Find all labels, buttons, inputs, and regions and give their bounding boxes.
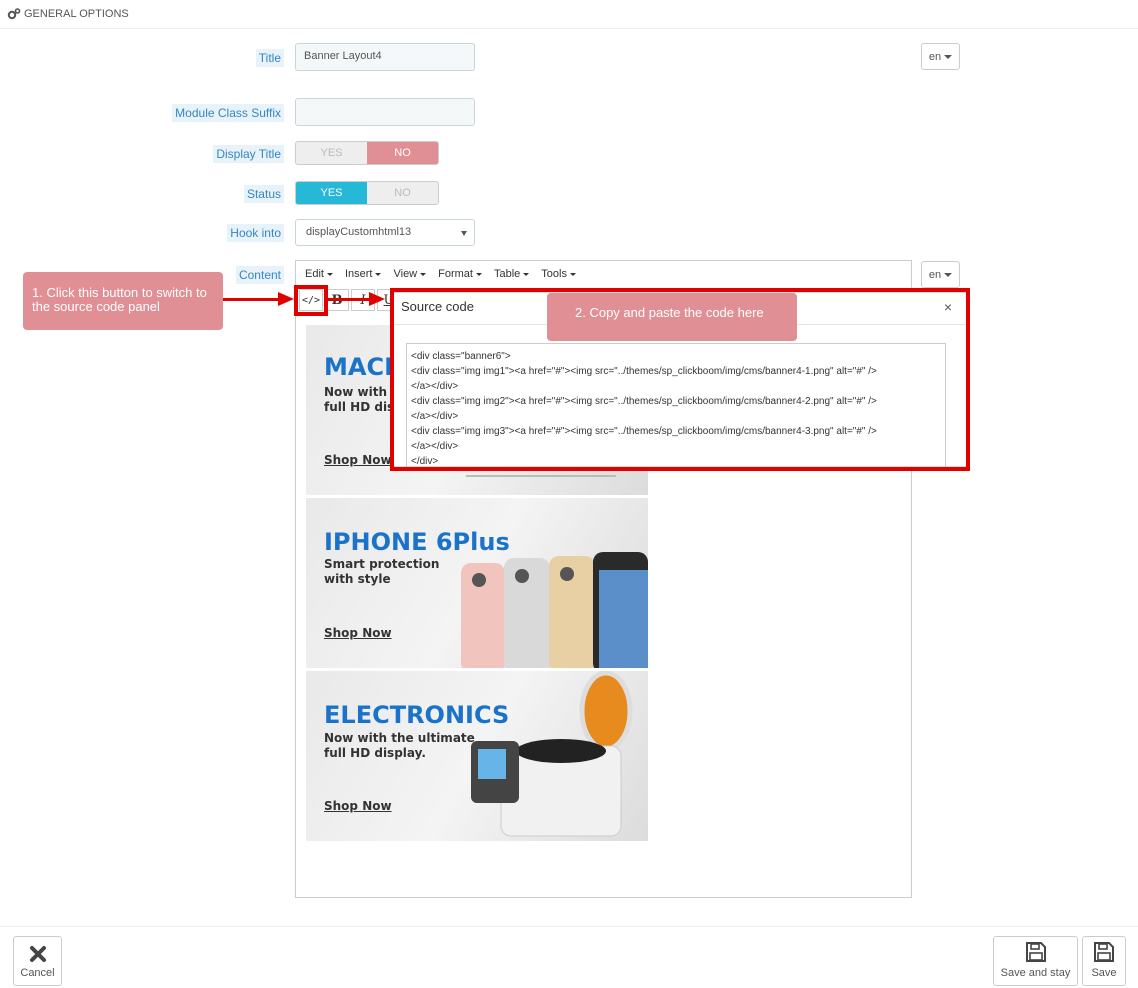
banner-shop-link[interactable]: Shop Now bbox=[324, 626, 392, 640]
caret-down-icon bbox=[944, 54, 953, 59]
title-input[interactable]: Banner Layout4 bbox=[295, 43, 475, 71]
title-lang-label: en bbox=[928, 50, 942, 63]
banner-subtitle: full HD display. bbox=[324, 746, 426, 760]
banner-iphone: IPHONE 6Plus Smart protection with style… bbox=[306, 498, 648, 668]
display-title-no[interactable]: NO bbox=[367, 142, 438, 164]
annotation-step1: 1. Click this button to switch to the so… bbox=[23, 272, 223, 330]
content-label: Content bbox=[235, 266, 284, 284]
hook-label: Hook into bbox=[227, 224, 284, 242]
floppy-disk-icon bbox=[1094, 942, 1114, 962]
title-label: Title bbox=[255, 49, 284, 67]
save-label: Save bbox=[1091, 967, 1117, 979]
display-title-yes[interactable]: YES bbox=[296, 142, 367, 164]
annotation-arrow-line bbox=[328, 298, 370, 301]
content-lang-label: en bbox=[928, 268, 942, 281]
banner-subtitle: Now with the ultimate bbox=[324, 731, 475, 745]
hook-select-value: displayCustomhtml13 bbox=[306, 226, 412, 238]
annotation-arrow-head bbox=[369, 292, 385, 306]
status-switch[interactable]: YES NO bbox=[295, 181, 439, 205]
cancel-label: Cancel bbox=[20, 967, 55, 979]
annotation-arrow-line bbox=[223, 298, 279, 301]
save-and-stay-button[interactable]: Save and stay bbox=[993, 936, 1078, 986]
select-arrow-icon bbox=[461, 231, 467, 236]
gears-icon bbox=[7, 8, 21, 20]
caret-down-icon bbox=[944, 272, 953, 277]
banner-subtitle: Now with t bbox=[324, 385, 397, 399]
panel-heading: GENERAL OPTIONS bbox=[0, 0, 1138, 29]
caret-down-icon bbox=[569, 272, 576, 276]
menu-table[interactable]: Table bbox=[488, 261, 535, 287]
banner-shop-link[interactable]: Shop Now bbox=[324, 453, 392, 467]
display-title-switch[interactable]: YES NO bbox=[295, 141, 439, 165]
content-lang-dropdown[interactable]: en bbox=[921, 261, 960, 288]
form-footer: Cancel Save and stay Save bbox=[0, 926, 1138, 988]
menu-edit-label: Edit bbox=[305, 268, 324, 280]
banner-subtitle: Smart protection bbox=[324, 557, 440, 571]
display-title-label: Display Title bbox=[213, 145, 284, 163]
hook-select[interactable]: displayCustomhtml13 bbox=[295, 219, 475, 246]
save-and-stay-label: Save and stay bbox=[1000, 967, 1071, 979]
appliance-image bbox=[471, 671, 633, 837]
phones-image bbox=[461, 552, 648, 668]
cancel-button[interactable]: Cancel bbox=[13, 936, 62, 986]
status-yes[interactable]: YES bbox=[296, 182, 367, 204]
floppy-disk-icon bbox=[1025, 942, 1046, 962]
menu-view[interactable]: View bbox=[387, 261, 432, 287]
annotation-highlight-source-button bbox=[294, 285, 328, 316]
menu-table-label: Table bbox=[493, 268, 521, 280]
banner-title: MACE bbox=[324, 353, 401, 381]
suffix-input[interactable] bbox=[295, 98, 475, 126]
status-label: Status bbox=[243, 185, 284, 203]
caret-down-icon bbox=[523, 272, 530, 276]
menu-insert-label: Insert bbox=[344, 268, 373, 280]
menu-view-label: View bbox=[393, 268, 418, 280]
product-stand bbox=[466, 475, 616, 489]
menu-insert[interactable]: Insert bbox=[339, 261, 388, 287]
caret-down-icon bbox=[475, 272, 482, 276]
annotation-arrow-head bbox=[278, 292, 294, 306]
save-button[interactable]: Save bbox=[1082, 936, 1126, 986]
menu-tools-label: Tools bbox=[541, 268, 567, 280]
menu-edit[interactable]: Edit bbox=[299, 261, 339, 287]
panel-heading-text: GENERAL OPTIONS bbox=[24, 8, 129, 20]
caret-down-icon bbox=[326, 272, 333, 276]
menu-format[interactable]: Format bbox=[432, 261, 488, 287]
suffix-label: Module Class Suffix bbox=[172, 104, 284, 122]
title-lang-dropdown[interactable]: en bbox=[921, 43, 960, 70]
caret-down-icon bbox=[375, 272, 382, 276]
editor-menubar: Edit Insert View Format Table Tools bbox=[296, 261, 911, 287]
caret-down-icon bbox=[420, 272, 427, 276]
annotation-step2: 2. Copy and paste the code here bbox=[547, 293, 797, 341]
status-no[interactable]: NO bbox=[367, 182, 438, 204]
banner-shop-link[interactable]: Shop Now bbox=[324, 799, 392, 813]
close-icon bbox=[29, 946, 46, 962]
banner-electronics: ELECTRONICS Now with the ultimate full H… bbox=[306, 671, 648, 841]
banner-subtitle: with style bbox=[324, 572, 391, 586]
menu-tools[interactable]: Tools bbox=[535, 261, 582, 287]
menu-format-label: Format bbox=[438, 268, 473, 280]
